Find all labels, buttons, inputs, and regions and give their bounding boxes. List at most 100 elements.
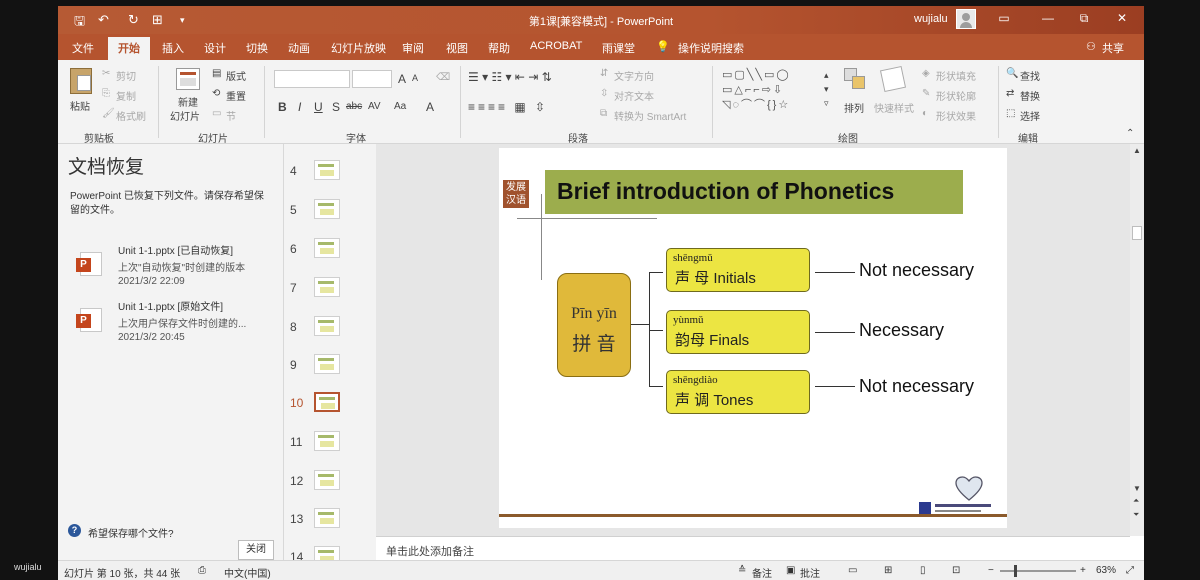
shadow-button[interactable]: S bbox=[332, 100, 340, 114]
paste-icon[interactable] bbox=[70, 68, 92, 94]
restore-button[interactable]: ⧉ bbox=[1074, 11, 1094, 26]
slide-thumbnail[interactable]: 4 bbox=[284, 156, 376, 186]
slide-thumbnail-active[interactable]: 10 bbox=[284, 388, 376, 418]
section-button[interactable]: 节 bbox=[226, 108, 236, 123]
tab-acrobat[interactable]: ACROBAT bbox=[530, 40, 582, 52]
recovery-close-button[interactable]: 关闭 bbox=[238, 540, 274, 560]
shape-outline-icon[interactable]: ✎ bbox=[922, 88, 930, 99]
tab-file[interactable]: 文件 bbox=[72, 40, 94, 56]
slideshow-icon[interactable]: ⊡ bbox=[952, 565, 960, 576]
smartart-icon[interactable]: ⧉ bbox=[600, 108, 607, 119]
tab-view[interactable]: 视图 bbox=[446, 40, 468, 56]
align-text-button[interactable]: 对齐文本 bbox=[614, 88, 654, 103]
tones-result[interactable]: Not necessary bbox=[859, 376, 974, 397]
tab-home[interactable]: 开始 bbox=[108, 37, 150, 60]
pinyin-box[interactable]: Pīn yīn 拼 音 bbox=[557, 273, 631, 377]
align-text-icon[interactable]: ⇳ bbox=[600, 88, 608, 99]
layout-icon[interactable]: ▤ bbox=[212, 68, 221, 79]
scrollbar-thumb[interactable] bbox=[1132, 226, 1142, 240]
replace-icon[interactable]: ⇄ bbox=[1006, 88, 1014, 99]
tell-me-search[interactable]: 操作说明搜索 bbox=[678, 40, 744, 56]
finals-result[interactable]: Necessary bbox=[859, 320, 944, 341]
slide-thumbnail[interactable]: 9 bbox=[284, 350, 376, 380]
ribbon-display-options-icon[interactable]: ▭ bbox=[994, 11, 1014, 25]
zoom-slider-thumb[interactable] bbox=[1014, 565, 1017, 577]
format-painter-icon[interactable]: 🖌 bbox=[102, 108, 115, 119]
cut-icon[interactable]: ✂ bbox=[102, 68, 110, 79]
tab-animations[interactable]: 动画 bbox=[288, 40, 310, 56]
shrink-font-button[interactable]: A bbox=[412, 73, 418, 83]
quick-styles-button[interactable]: 快速样式 bbox=[874, 100, 914, 115]
normal-view-icon[interactable]: ▭ bbox=[848, 565, 857, 576]
arrange-icon[interactable] bbox=[844, 68, 866, 90]
shape-outline-button[interactable]: 形状轮廓 bbox=[936, 88, 976, 103]
new-slide-icon[interactable] bbox=[176, 68, 200, 90]
spellcheck-icon[interactable]: ⎙ bbox=[198, 565, 206, 576]
help-icon[interactable]: ? bbox=[68, 524, 81, 537]
user-name[interactable]: wujialu bbox=[914, 13, 948, 25]
shapes-more-icon[interactable]: ▴ ▾ ▿ bbox=[824, 68, 829, 110]
zoom-in-icon[interactable]: + bbox=[1080, 565, 1086, 576]
editor-scrollbar[interactable]: ▲ ▼ ⏶ ⏷ bbox=[1130, 144, 1144, 536]
tab-rain-classroom[interactable]: 雨课堂 bbox=[602, 40, 635, 56]
select-icon[interactable]: ⬚ bbox=[1006, 108, 1015, 119]
section-icon[interactable]: ▭ bbox=[212, 108, 221, 119]
layout-button[interactable]: 版式 bbox=[226, 68, 246, 83]
text-direction-button[interactable]: 文字方向 bbox=[614, 68, 654, 83]
zoom-level[interactable]: 63% bbox=[1096, 565, 1116, 576]
tab-review[interactable]: 审阅 bbox=[402, 40, 424, 56]
which-file-link[interactable]: 希望保存哪个文件? bbox=[88, 525, 174, 540]
previous-slide-icon[interactable]: ⏶ bbox=[1133, 496, 1139, 506]
next-slide-icon[interactable]: ⏷ bbox=[1133, 510, 1139, 520]
bold-button[interactable]: B bbox=[278, 100, 287, 114]
change-case-button[interactable]: Aa bbox=[394, 101, 406, 112]
lightbulb-icon[interactable]: 💡 bbox=[656, 40, 670, 53]
slide-thumbnail[interactable]: 13 bbox=[284, 504, 376, 534]
slide-thumbnail[interactable]: 8 bbox=[284, 312, 376, 342]
slide-thumbnail[interactable]: 12 bbox=[284, 466, 376, 496]
align-icons[interactable]: ≡≡≡≡ ▦ ⇳ bbox=[468, 100, 548, 114]
scroll-down-icon[interactable]: ▼ bbox=[1133, 484, 1141, 493]
shape-fill-button[interactable]: 形状填充 bbox=[936, 68, 976, 83]
shape-effects-icon[interactable]: ◐ bbox=[922, 108, 928, 119]
zoom-slider[interactable] bbox=[1000, 565, 1076, 577]
copy-button[interactable]: 复制 bbox=[116, 88, 136, 103]
font-color-button[interactable]: A bbox=[426, 100, 434, 114]
quick-styles-icon[interactable] bbox=[879, 65, 907, 93]
finals-box[interactable]: yùnmǔ 韵母 Finals bbox=[666, 310, 810, 354]
strikethrough-button[interactable]: abc bbox=[346, 101, 362, 112]
fit-slide-icon[interactable]: ⤢ bbox=[1126, 565, 1134, 576]
font-size-field[interactable] bbox=[352, 70, 392, 88]
slide-title[interactable]: Brief introduction of Phonetics bbox=[557, 178, 894, 205]
shape-effects-button[interactable]: 形状效果 bbox=[936, 108, 976, 123]
find-button[interactable]: 查找 bbox=[1020, 68, 1040, 83]
tones-box[interactable]: shēngdiào 声 调 Tones bbox=[666, 370, 810, 414]
grow-font-button[interactable]: A bbox=[398, 72, 406, 86]
text-direction-icon[interactable]: ⇵ bbox=[600, 68, 608, 79]
share-button[interactable]: 共享 bbox=[1102, 40, 1124, 56]
tab-transitions[interactable]: 切换 bbox=[246, 40, 268, 56]
tab-design[interactable]: 设计 bbox=[204, 40, 226, 56]
slide-thumbnail[interactable]: 6 bbox=[284, 234, 376, 264]
slide-thumbnail[interactable]: 14 bbox=[284, 542, 376, 560]
slide-thumbnail[interactable]: 7 bbox=[284, 273, 376, 303]
zoom-out-icon[interactable]: − bbox=[988, 565, 994, 576]
shape-fill-icon[interactable]: ◈ bbox=[922, 68, 930, 79]
format-painter-button[interactable]: 格式刷 bbox=[116, 108, 146, 123]
find-icon[interactable]: 🔍 bbox=[1006, 68, 1018, 79]
notes-icon[interactable]: ≙ bbox=[738, 565, 746, 576]
minimize-button[interactable]: — bbox=[1038, 11, 1058, 25]
tab-slideshow[interactable]: 幻灯片放映 bbox=[331, 40, 386, 56]
shapes-gallery[interactable]: ▭▢╲╲▭◯ ▭△⌐⌐⇨⇩ ◹◌⌒⌒{}☆ bbox=[722, 68, 822, 118]
select-button[interactable]: 选择 bbox=[1020, 108, 1040, 123]
smartart-button[interactable]: 转换为 SmartArt bbox=[614, 108, 686, 123]
reset-button[interactable]: 重置 bbox=[226, 88, 246, 103]
reading-view-icon[interactable]: ▯ bbox=[920, 565, 926, 576]
recovered-file-autosave[interactable]: Unit 1-1.pptx [已自动恢复] 上次"自动恢复"时创建的版本 202… bbox=[76, 242, 276, 292]
notes-pane[interactable]: 单击此处添加备注 bbox=[376, 536, 1130, 560]
tab-help[interactable]: 帮助 bbox=[488, 40, 510, 56]
underline-button[interactable]: U bbox=[314, 100, 323, 114]
notes-toggle[interactable]: 备注 bbox=[752, 565, 772, 580]
clear-format-icon[interactable]: ⌫ bbox=[436, 72, 450, 83]
cut-button[interactable]: 剪切 bbox=[116, 68, 136, 83]
